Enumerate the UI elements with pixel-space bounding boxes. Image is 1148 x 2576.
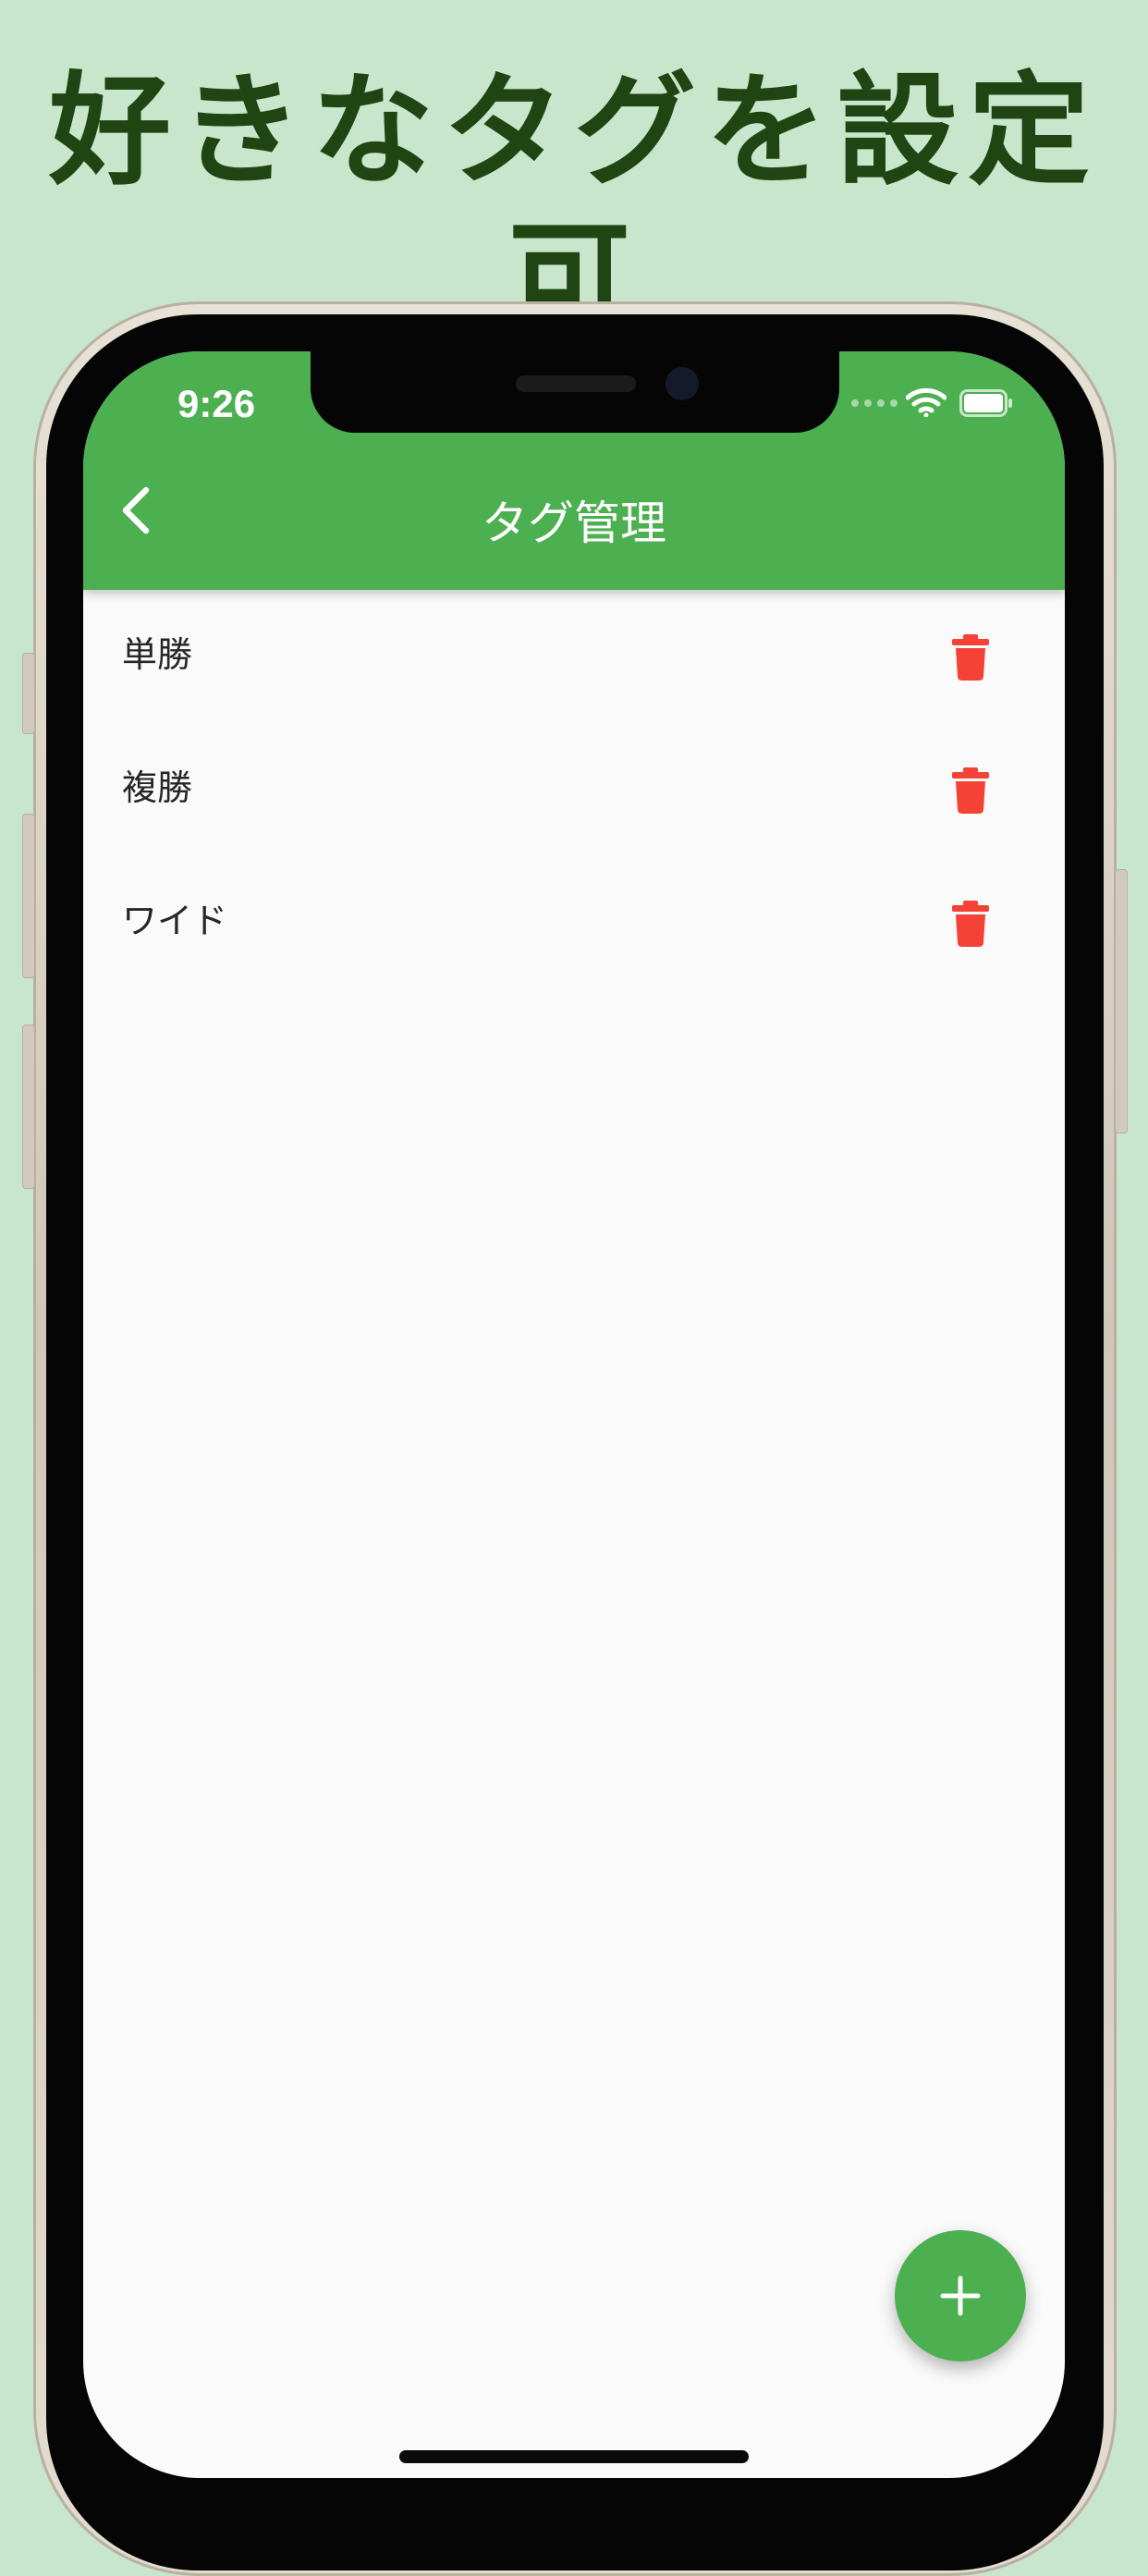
status-indicators (841, 387, 1026, 428)
phone-power-button (1115, 869, 1128, 1134)
plus-icon (940, 2275, 981, 2316)
app-screen: 9:26 タグ管理 単勝 複勝 ワイド (83, 351, 1065, 2478)
delete-tag-button[interactable] (945, 764, 996, 816)
wifi-icon (906, 387, 946, 417)
tag-label: 単勝 (122, 634, 193, 675)
speaker-grille (516, 375, 636, 392)
front-camera (666, 367, 699, 400)
status-time: 9:26 (177, 382, 256, 425)
tag-list-item[interactable]: 単勝 (83, 590, 1065, 723)
trash-icon (952, 901, 989, 947)
tag-label: ワイド (122, 901, 228, 941)
page-title: タグ管理 (482, 497, 666, 550)
phone-volume-up-button (22, 814, 35, 978)
tag-list: 単勝 複勝 ワイド (83, 590, 1065, 989)
delete-tag-button[interactable] (945, 631, 996, 682)
delete-tag-button[interactable] (945, 897, 996, 949)
trash-icon (952, 634, 989, 681)
battery-icon (959, 389, 1012, 417)
tag-label: 複勝 (122, 767, 193, 808)
tag-list-item[interactable]: ワイド (83, 856, 1065, 989)
phone-side-button (22, 653, 35, 734)
tag-list-item[interactable]: 複勝 (83, 723, 1065, 856)
home-indicator[interactable] (399, 2450, 749, 2463)
app-bar: 9:26 タグ管理 (83, 351, 1065, 590)
device-notch (311, 351, 839, 433)
phone-volume-down-button (22, 1024, 35, 1189)
add-tag-button[interactable] (895, 2230, 1026, 2361)
trash-icon (952, 767, 989, 814)
signal-dots-icon (851, 399, 898, 407)
